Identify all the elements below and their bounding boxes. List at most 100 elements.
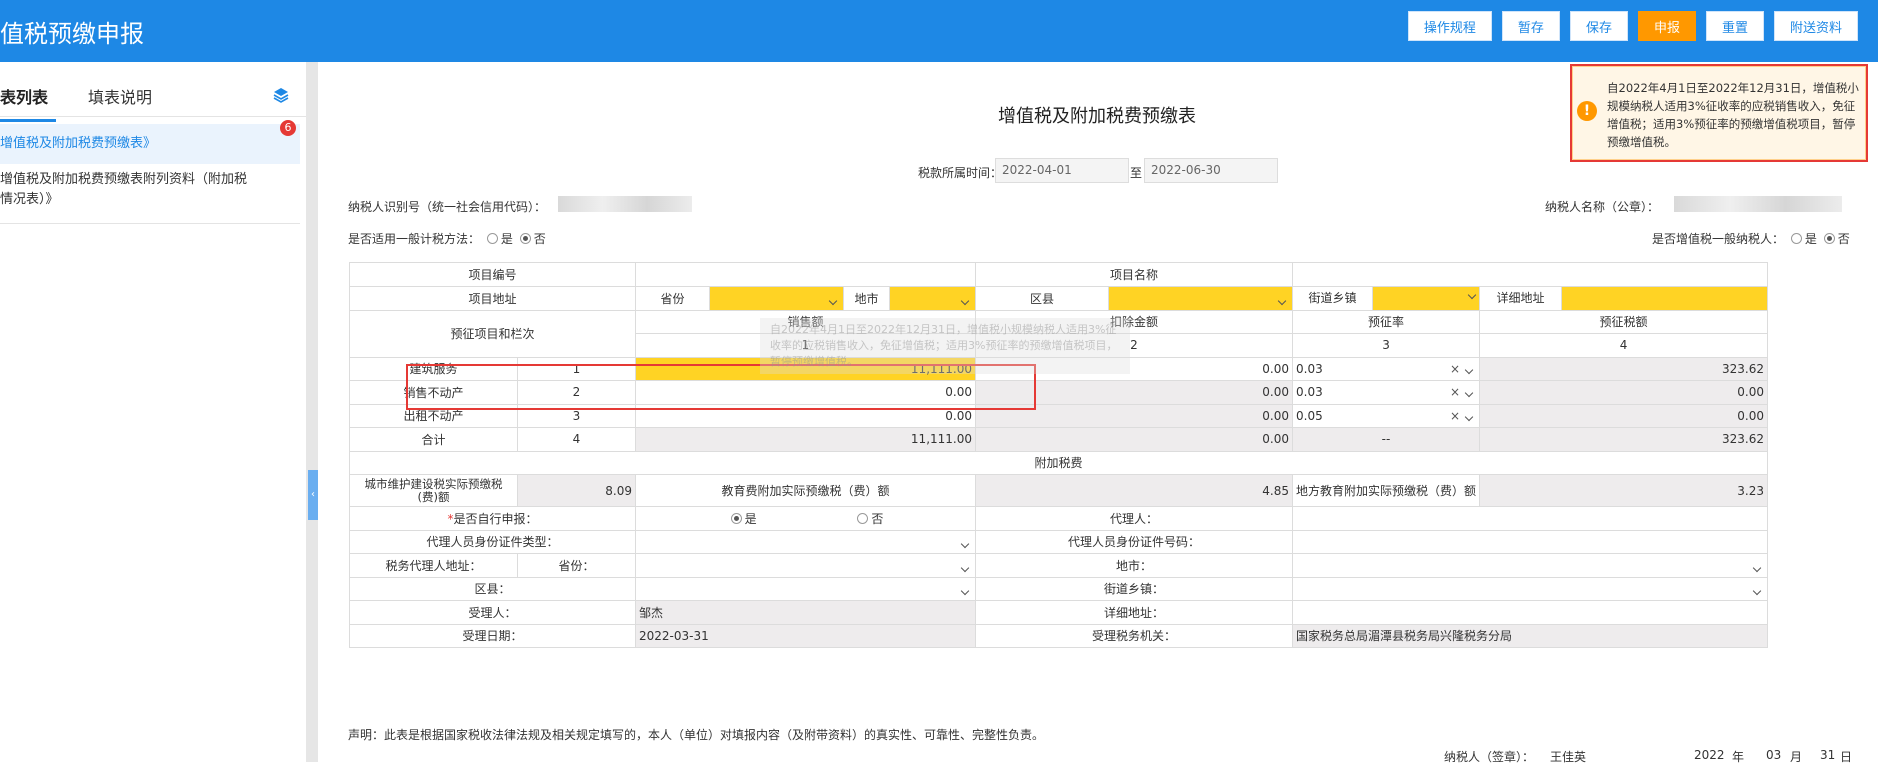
- project-addr-label: 项目地址: [349, 285, 636, 311]
- city-tax-value: 8.09: [517, 474, 636, 507]
- agent-id-type-label: 代理人员身份证件类型：: [349, 529, 636, 554]
- agent-province-select[interactable]: [635, 553, 976, 578]
- save-draft-button[interactable]: 暂存: [1501, 11, 1560, 41]
- sidebar-tabs: 表列表 填表说明: [0, 62, 306, 122]
- street-select[interactable]: [1373, 287, 1479, 309]
- signer-name: 王佳英: [1550, 750, 1587, 764]
- agent-id-type-select[interactable]: [635, 529, 976, 554]
- self-report-yes-radio[interactable]: [730, 512, 742, 524]
- street-cell: 街道乡镇: [1291, 285, 1481, 311]
- detail-addr-label-2: 详细地址：: [975, 600, 1293, 625]
- project-no-input[interactable]: [635, 262, 976, 287]
- chevron-down-icon: [1752, 587, 1762, 596]
- sidebar-divider: [306, 62, 318, 762]
- agent-input[interactable]: [1291, 506, 1769, 531]
- rate-value: 0.05: [1296, 408, 1323, 423]
- receive-date-label: 受理日期：: [349, 623, 636, 648]
- edu-value: 4.85: [975, 474, 1293, 507]
- city-label: 地市: [843, 285, 890, 311]
- taxpayer-id-label: 纳税人识别号（统一社会信用代码）：: [348, 200, 547, 214]
- receiver-label: 受理人：: [349, 600, 636, 625]
- chevron-down-icon: [1464, 365, 1474, 374]
- province-select[interactable]: [709, 285, 844, 311]
- general-taxpayer-yes-radio[interactable]: [1790, 233, 1802, 244]
- agent-district-label: 区县：: [349, 576, 636, 601]
- chevron-down-icon: [1277, 296, 1287, 305]
- project-no-label: 项目编号: [349, 262, 636, 287]
- receiver-value: 邹杰: [635, 600, 976, 625]
- ghost-tooltip: 自2022年4月1日至2022年12月31日，增值税小规模纳税人适用3%征收率的…: [760, 318, 1130, 374]
- chevron-down-icon: [960, 587, 970, 596]
- save-button[interactable]: 保存: [1569, 11, 1628, 41]
- period-from-input[interactable]: 2022-04-01: [995, 158, 1129, 183]
- clear-icon[interactable]: ×: [1450, 385, 1460, 399]
- agent-street-label: 街道乡镇：: [975, 576, 1293, 601]
- sign-month-unit: 月: [1790, 750, 1803, 764]
- agent-id-no-input[interactable]: [1291, 529, 1769, 554]
- sign-month: 03: [1766, 748, 1782, 762]
- chevron-down-icon: [1464, 412, 1474, 421]
- chevron-down-icon: [960, 563, 970, 572]
- district-select[interactable]: [1108, 285, 1293, 311]
- street-label: 街道乡镇: [1294, 287, 1373, 309]
- rate-select[interactable]: 0.03 ×: [1291, 356, 1481, 381]
- sign-year: 2022: [1694, 748, 1725, 762]
- edu-label: 教育费附加实际预缴税（费）额: [635, 474, 976, 507]
- layers-icon[interactable]: [272, 86, 290, 104]
- self-report-radios: 是 否: [635, 506, 976, 531]
- city-select[interactable]: [889, 285, 976, 311]
- sidebar-item-attachment-form[interactable]: 增值税及附加税费预缴表附列资料（附加税 情况表）》: [0, 170, 300, 224]
- agent-detail-addr-input[interactable]: [1291, 600, 1769, 625]
- general-method-no-label: 否: [533, 232, 546, 246]
- clear-icon[interactable]: ×: [1450, 362, 1460, 376]
- local-edu-value: 3.23: [1479, 474, 1769, 507]
- agent-district-select[interactable]: [635, 576, 976, 601]
- rate-total: --: [1291, 427, 1481, 452]
- detail-addr-input[interactable]: [1562, 287, 1767, 309]
- agent-city-select[interactable]: [1291, 553, 1769, 578]
- sign-year-unit: 年: [1732, 750, 1745, 764]
- tax-value: 0.00: [1479, 403, 1769, 428]
- tax-value: 323.62: [1479, 356, 1769, 381]
- office-label: 受理税务机关：: [975, 623, 1293, 648]
- chevron-down-icon: [960, 296, 970, 305]
- tax-total: 323.62: [1479, 427, 1769, 452]
- chevron-down-icon: [960, 540, 970, 549]
- col-number: 4: [1479, 333, 1769, 358]
- clear-icon[interactable]: ×: [1450, 409, 1460, 423]
- self-report-no-radio[interactable]: [857, 512, 869, 524]
- agent-street-select[interactable]: [1291, 576, 1769, 601]
- rate-select[interactable]: 0.05 ×: [1291, 403, 1481, 428]
- general-method-no-radio[interactable]: [519, 233, 531, 244]
- agent-city-label: 地市：: [975, 553, 1293, 578]
- reset-button[interactable]: 重置: [1705, 11, 1764, 41]
- general-taxpayer-yes-label: 是: [1804, 232, 1817, 246]
- category-header: 预征项目和栏次: [349, 309, 636, 358]
- rules-button[interactable]: 操作规程: [1407, 11, 1492, 41]
- taxpayer-name-redacted: [1674, 196, 1842, 212]
- general-method-yes-label: 是: [500, 232, 513, 246]
- sidebar-item-label: 增值税及附加税费预缴表附列资料（附加税: [0, 172, 248, 187]
- top-header: 值税预缴申报 操作规程 暂存 保存 申报 重置 附送资料: [0, 0, 1878, 62]
- tab-help[interactable]: 填表说明: [88, 84, 152, 108]
- submit-button[interactable]: 申报: [1637, 11, 1696, 41]
- general-taxpayer-no-radio[interactable]: [1823, 233, 1835, 244]
- collapse-sidebar-handle[interactable]: ‹: [308, 470, 318, 520]
- surcharge-title: 附加税费: [348, 450, 1769, 475]
- highlight-box-notice: [1570, 64, 1868, 162]
- province-label: 省份: [635, 285, 710, 311]
- agent-id-no-label: 代理人员身份证件号码：: [975, 529, 1293, 554]
- period-to-input[interactable]: 2022-06-30: [1144, 158, 1278, 183]
- agent-label: 代理人：: [975, 506, 1293, 531]
- chevron-down-icon: [1464, 389, 1474, 398]
- general-method-row: 是否适用一般计税方法： 是 否: [348, 230, 546, 247]
- tab-form-list[interactable]: 表列表: [0, 84, 57, 122]
- attach-button[interactable]: 附送资料: [1773, 11, 1858, 41]
- sidebar-item-prepay-form[interactable]: 增值税及附加税费预缴表》: [0, 124, 300, 164]
- general-method-yes-radio[interactable]: [486, 233, 498, 244]
- detail-addr-label: 详细地址: [1481, 287, 1563, 309]
- period-label: 税款所属时间：: [918, 166, 1003, 180]
- project-name-input[interactable]: [1291, 262, 1769, 287]
- chevron-down-icon: [1752, 563, 1762, 572]
- rate-select[interactable]: 0.03 ×: [1291, 380, 1481, 405]
